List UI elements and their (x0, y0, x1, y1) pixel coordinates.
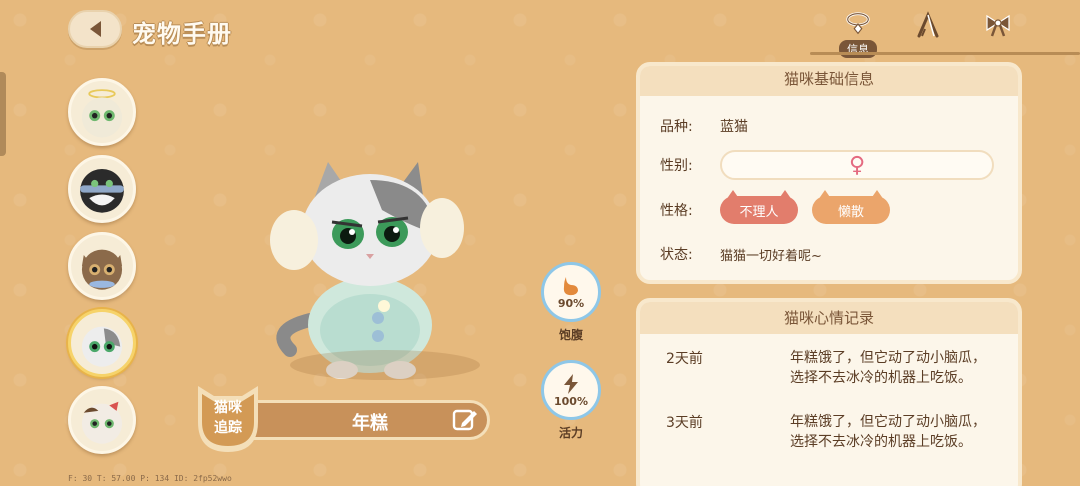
cat-face-icon (81, 401, 123, 444)
satiety-ring: 90% (541, 262, 601, 322)
status-key: 状态: (660, 247, 693, 263)
status-row: 状态: 猫猫一切好着呢~ (660, 244, 822, 264)
mood-entry-time: 3天前 (666, 415, 703, 431)
breed-key: 品种: (660, 119, 693, 135)
cat-face-icon (80, 168, 124, 213)
breed-row: 品种: 蓝猫 (660, 116, 748, 136)
energy-value: 100% (554, 394, 588, 408)
edge-scroll-handle[interactable] (0, 72, 6, 156)
energy-ring: 100% (541, 360, 601, 420)
avatar-cat-tuxedo[interactable] (68, 155, 136, 223)
basic-info-panel: 猫咪基础信息 品种: 蓝猫 性别: ♀ 性格: 不理人 懒散 状态: 猫猫一切好… (636, 62, 1022, 284)
satiety-value: 90% (557, 296, 585, 310)
tab-accessory[interactable] (976, 10, 1020, 58)
cat-name: 年糕 (352, 413, 388, 434)
back-button[interactable] (68, 10, 122, 48)
gender-row: 性别: ♀ (660, 150, 994, 180)
lightning-icon (564, 373, 578, 394)
cat-3d-model[interactable] (250, 150, 510, 390)
tab-info-label: 信息 (839, 40, 877, 58)
tracking-line2: 追踪 (214, 420, 242, 436)
trait-badge: 懒散 (812, 190, 890, 224)
tracking-line1: 猫咪 (214, 400, 242, 416)
mood-log-panel: 猫咪心情记录 2天前 年糕饿了，但它动了动小脑瓜，选择不去冰冷的机器上吃饭。 3… (636, 298, 1022, 486)
mood-entry-text: 年糕饿了，但它动了动小脑瓜，选择不去冰冷的机器上吃饭。 (790, 414, 986, 450)
female-symbol-icon: ♀ (720, 150, 994, 180)
cat-face-icon (81, 89, 123, 138)
mood-entry-time: 2天前 (666, 351, 703, 367)
debug-info: F: 30 T: 57.00 P: 134 ID: 2fp52wwo (68, 474, 232, 483)
top-tab-bar: 信息 (836, 10, 1020, 58)
mood-entry-text: 年糕饿了，但它动了动小脑瓜，选择不去冰冷的机器上吃饭。 (790, 350, 986, 386)
avatar-cat-niangao[interactable] (68, 309, 136, 377)
energy-stat: 100% 活力 (539, 360, 603, 441)
personality-row: 性格: 不理人 懒散 (660, 190, 904, 224)
mood-entry: 3天前 年糕饿了，但它动了动小脑瓜，选择不去冰冷的机器上吃饭。 (666, 412, 986, 452)
trait-badge: 不理人 (720, 190, 798, 224)
stomach-icon (563, 276, 578, 295)
personality-key: 性格: (660, 203, 693, 219)
back-arrow-icon (89, 21, 101, 37)
hanger-icon (917, 11, 939, 38)
avatar-cat-bow[interactable] (68, 386, 136, 454)
avatar-cat-tabby[interactable] (68, 232, 136, 300)
breed-value: 蓝猫 (720, 119, 748, 135)
page-title: 宠物手册 (132, 20, 232, 48)
collar-icon (846, 12, 870, 35)
cat-face-icon (81, 249, 123, 290)
cat-tracking-button[interactable]: 猫咪 追踪 (202, 398, 254, 438)
cat-shadow (290, 350, 480, 380)
satiety-label: 饱腹 (558, 328, 583, 342)
cat-avatar-list (68, 78, 136, 454)
tab-info[interactable]: 信息 (836, 10, 880, 58)
basic-info-title: 猫咪基础信息 (640, 66, 1018, 96)
bow-icon (986, 14, 1010, 37)
tab-underline (810, 52, 1080, 55)
tab-outfit[interactable] (906, 10, 950, 58)
mood-entry: 2天前 年糕饿了，但它动了动小脑瓜，选择不去冰冷的机器上吃饭。 (666, 348, 986, 388)
satiety-stat: 90% 饱腹 (539, 262, 603, 343)
cat-face-icon (81, 326, 123, 367)
avatar-cat-angel[interactable] (68, 78, 136, 146)
edit-name-icon[interactable] (452, 407, 478, 433)
mood-log-title: 猫咪心情记录 (640, 302, 1018, 334)
energy-label: 活力 (558, 426, 583, 440)
gender-key: 性别: (660, 158, 693, 174)
status-value: 猫猫一切好着呢~ (720, 248, 822, 264)
